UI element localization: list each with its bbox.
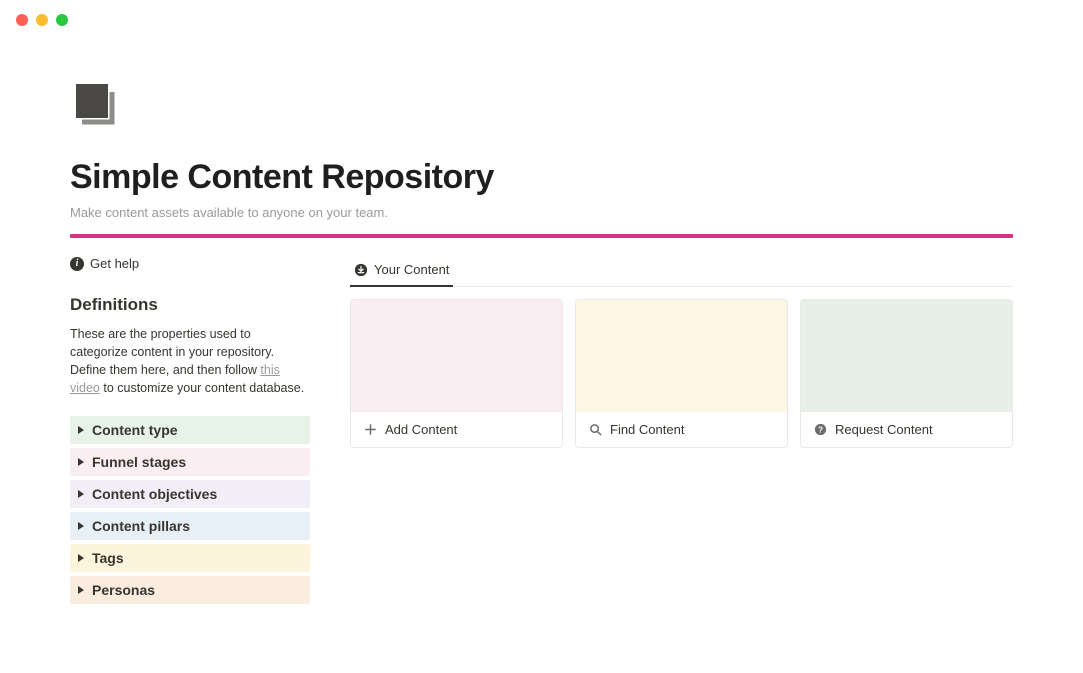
card-label: Request Content (835, 422, 933, 437)
card-cover (801, 300, 1012, 412)
toggle-tags[interactable]: Tags (70, 544, 310, 572)
page-subtitle: Make content assets available to anyone … (70, 205, 1013, 220)
get-help-label: Get help (90, 256, 139, 271)
card-add-content[interactable]: Add Content (350, 299, 563, 448)
plus-icon (363, 423, 377, 437)
divider (70, 234, 1013, 238)
download-circle-icon (354, 263, 368, 277)
caret-right-icon (78, 554, 84, 562)
card-cover (351, 300, 562, 412)
page-title: Simple Content Repository (70, 158, 1013, 197)
toggle-content-objectives[interactable]: Content objectives (70, 480, 310, 508)
window-controls (0, 0, 1083, 40)
definitions-toggle-list: Content type Funnel stages Content objec… (70, 416, 310, 604)
caret-right-icon (78, 586, 84, 594)
svg-text:?: ? (817, 424, 822, 434)
caret-right-icon (78, 490, 84, 498)
toggle-funnel-stages[interactable]: Funnel stages (70, 448, 310, 476)
window-maximize-icon[interactable] (56, 14, 68, 26)
info-icon: i (70, 257, 84, 271)
page-icon (70, 80, 118, 128)
card-label: Add Content (385, 422, 457, 437)
card-label: Find Content (610, 422, 684, 437)
question-icon: ? (813, 423, 827, 437)
card-find-content[interactable]: Find Content (575, 299, 788, 448)
caret-right-icon (78, 522, 84, 530)
caret-right-icon (78, 426, 84, 434)
window-minimize-icon[interactable] (36, 14, 48, 26)
toggle-content-pillars[interactable]: Content pillars (70, 512, 310, 540)
card-cover (576, 300, 787, 412)
content-cards: Add Content Find Content (350, 299, 1013, 448)
window-close-icon[interactable] (16, 14, 28, 26)
search-icon (588, 423, 602, 437)
definitions-heading: Definitions (70, 295, 310, 315)
tab-your-content[interactable]: Your Content (350, 256, 453, 287)
content-tabs: Your Content (350, 256, 1013, 287)
toggle-personas[interactable]: Personas (70, 576, 310, 604)
toggle-content-type[interactable]: Content type (70, 416, 310, 444)
definitions-description: These are the properties used to categor… (70, 325, 310, 398)
get-help-link[interactable]: i Get help (70, 256, 310, 271)
card-request-content[interactable]: ? Request Content (800, 299, 1013, 448)
caret-right-icon (78, 458, 84, 466)
